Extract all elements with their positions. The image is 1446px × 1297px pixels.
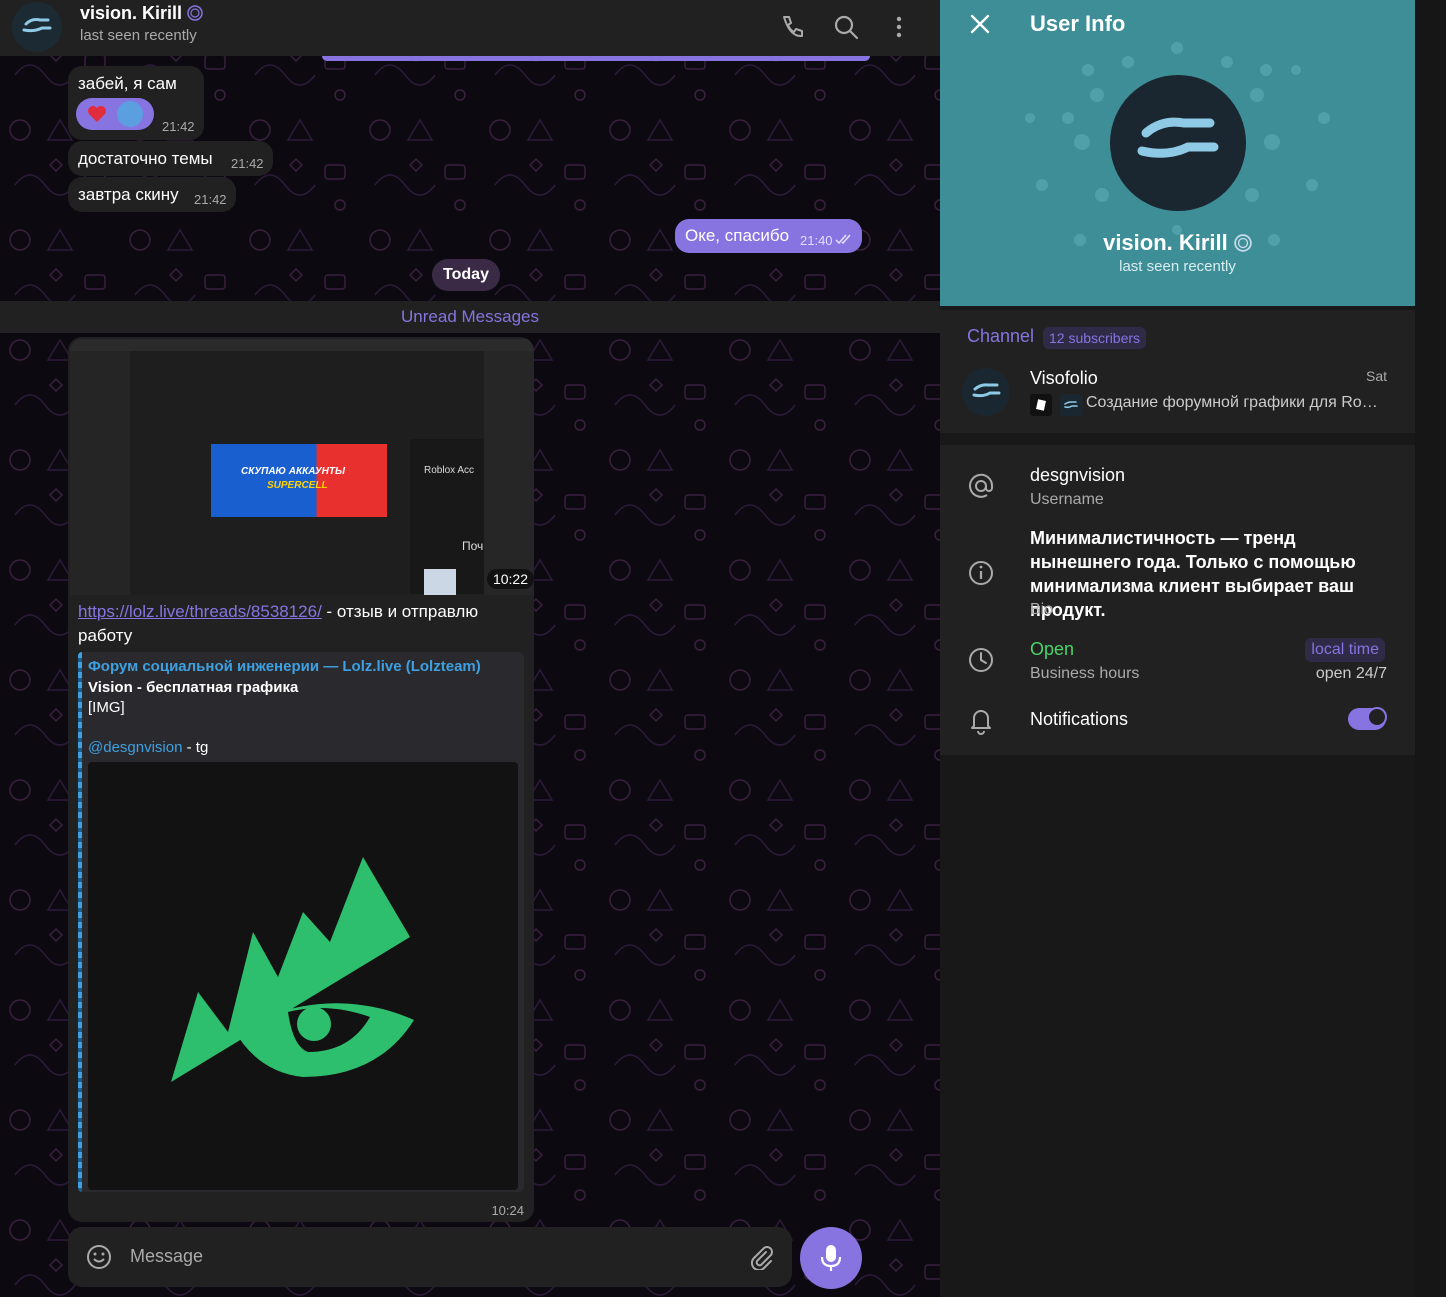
message-bubble[interactable]: завтра скину 21:42 — [68, 177, 236, 212]
more-vertical-icon[interactable] — [884, 12, 914, 42]
message-input[interactable]: Message — [130, 1246, 203, 1267]
channel-last-post: Создание форумной графики для Robl... — [1086, 394, 1386, 411]
avatar[interactable] — [12, 2, 62, 52]
chat-header[interactable]: vision. Kirill last seen recently — [0, 0, 940, 56]
bio-text[interactable]: Минималистичность — тренд нынешнего года… — [1030, 526, 1400, 622]
chat-area: vision. Kirill last seen recently забей,… — [0, 0, 940, 1297]
reaction-chip[interactable] — [76, 98, 154, 130]
notifications-toggle[interactable] — [1348, 707, 1387, 730]
message-text: забей, я сам — [78, 74, 177, 93]
attach-icon[interactable] — [748, 1244, 774, 1270]
notifications-label[interactable]: Notifications — [1030, 709, 1128, 730]
link-preview[interactable]: Форум социальной инженерии — Lolz.live (… — [78, 652, 524, 1192]
date-divider: Today — [432, 259, 500, 291]
message-time: 21:40 — [800, 233, 833, 248]
message-text: https://lolz.live/threads/8538126/ - отз… — [78, 600, 518, 648]
mic-icon — [820, 1245, 842, 1271]
at-icon — [969, 473, 994, 498]
thumb-rightpanel — [484, 351, 534, 595]
preview-accent-bar — [78, 652, 82, 1192]
info-section: desgnvision Username Минималистичность —… — [940, 445, 1415, 755]
thumb-side-label2: Поч — [462, 539, 484, 553]
thumb-banner: СКУПАЮ АККАУНТЫ SUPERCELL — [211, 444, 387, 517]
handle-suffix: - tg — [182, 739, 209, 756]
eye-crown-logo-icon — [171, 857, 414, 1082]
chat-title[interactable]: vision. Kirill — [80, 3, 203, 24]
bell-icon — [971, 710, 991, 735]
verified-icon — [1234, 234, 1252, 252]
close-icon[interactable] — [968, 12, 992, 36]
username-value[interactable]: desgnvision — [1030, 465, 1125, 486]
channel-avatar[interactable] — [962, 368, 1010, 416]
record-voice-button[interactable] — [800, 1227, 862, 1289]
media-message[interactable]: СКУПАЮ АККАУНТЫ SUPERCELL Roblox Acc Поч… — [68, 337, 534, 1222]
message-bubble[interactable]: достаточно темы 21:42 — [68, 141, 273, 176]
message-composer[interactable]: Message — [68, 1227, 792, 1287]
message-time: 21:42 — [194, 192, 227, 207]
banner-line1: СКУПАЮ АККАУНТЫ — [241, 466, 345, 477]
message-time: 21:42 — [162, 119, 195, 134]
brand-logo-icon — [22, 18, 52, 33]
scrollbar-track[interactable] — [1415, 0, 1446, 1297]
clock-icon — [969, 648, 993, 672]
brand-logo-icon — [972, 383, 1001, 398]
profile-status: last seen recently — [1119, 258, 1236, 275]
bio-label: Bio — [1030, 601, 1054, 618]
video-duration: 10:22 — [486, 569, 534, 589]
thread-link[interactable]: https://lolz.live/threads/8538126/ — [78, 602, 322, 621]
message-text: Оке, спасибо — [685, 226, 790, 245]
business-open-status[interactable]: Open — [1030, 639, 1074, 660]
toggle-knob — [1367, 707, 1387, 727]
message-text: завтра скину — [78, 185, 179, 204]
heart-icon — [88, 101, 143, 127]
subscribers-badge: 12 subscribers — [1043, 327, 1147, 349]
chat-status: last seen recently — [80, 27, 197, 44]
profile-header: User Info vision. Kirill last seen recen… — [940, 0, 1415, 306]
handle-link[interactable]: @desgnvision — [88, 739, 182, 756]
channel-name[interactable]: Visofolio — [1030, 368, 1098, 389]
message-time: 10:24 — [491, 1203, 524, 1218]
channel-section[interactable]: Channel 12 subscribers Visofolio Sat Соз… — [940, 310, 1415, 433]
preview-image[interactable] — [88, 762, 518, 1190]
thumb-sidebar — [70, 351, 130, 595]
username-label: Username — [1030, 491, 1104, 508]
verified-icon — [187, 5, 203, 21]
info-icon — [969, 561, 993, 585]
preview-img-tag: [IMG] — [88, 699, 125, 716]
local-time-toggle[interactable]: local time — [1305, 638, 1385, 662]
thumb-tabbar — [70, 339, 534, 351]
user-info-panel: User Info vision. Kirill last seen recen… — [940, 0, 1415, 1297]
thumb-side-label: Roblox Acc — [424, 465, 475, 476]
message-bubble[interactable]: забей, я сам 21:42 — [68, 66, 204, 140]
brand-logo-icon — [1137, 117, 1219, 158]
video-thumbnail[interactable]: СКУПАЮ АККАУНТЫ SUPERCELL Roblox Acc Поч… — [70, 339, 534, 595]
business-hours-label: Business hours — [1030, 665, 1140, 682]
emoji-icon[interactable] — [86, 1244, 112, 1270]
preview-handle: @desgnvision - tg — [88, 739, 208, 756]
business-hours-value: open 24/7 — [1315, 665, 1387, 682]
panel-title: User Info — [1030, 11, 1126, 36]
profile-avatar[interactable] — [1110, 75, 1246, 211]
unread-divider: Unread Messages — [0, 301, 940, 333]
brand-mini-icon — [1060, 394, 1082, 416]
search-icon[interactable] — [831, 12, 861, 42]
thumb-preview-pane: Roblox Acc Поч — [410, 439, 484, 595]
banner-line2: SUPERCELL — [267, 480, 328, 491]
pinned-bar — [322, 56, 870, 61]
phone-icon[interactable] — [776, 12, 806, 42]
message-bubble-outgoing[interactable]: Оке, спасибо 21:40 — [675, 219, 862, 253]
channel-date: Sat — [1365, 368, 1387, 384]
thumb-card — [424, 569, 456, 595]
roblox-icon — [1030, 394, 1052, 416]
message-time: 21:42 — [231, 156, 264, 171]
message-text: достаточно темы — [78, 149, 213, 168]
double-check-icon — [835, 234, 851, 245]
preview-title: Vision - бесплатная графика — [88, 679, 299, 696]
channel-label: Channel — [967, 326, 1035, 346]
preview-site: Форум социальной инженерии — Lolz.live (… — [88, 658, 481, 675]
profile-name: vision. Kirill — [940, 230, 1415, 256]
